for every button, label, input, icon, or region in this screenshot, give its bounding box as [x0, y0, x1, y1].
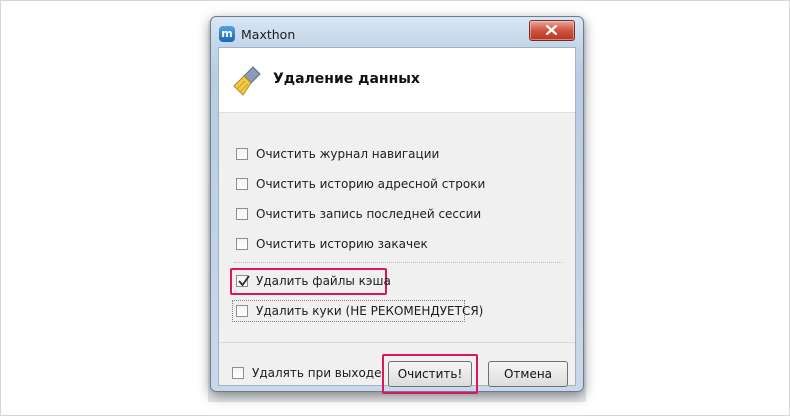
window-title: Maxthon	[241, 27, 296, 42]
checkbox[interactable]	[232, 367, 244, 379]
option-delete-on-exit[interactable]: Удалять при выходе	[232, 364, 381, 382]
option-label: Очистить историю закачек	[256, 237, 428, 251]
dialog-header: Удаление данных	[219, 48, 575, 113]
maxthon-logo-icon: m	[219, 26, 235, 42]
titlebar: m Maxthon	[211, 17, 583, 47]
checkbox[interactable]	[236, 148, 248, 160]
options-separator	[234, 262, 562, 263]
dialog-body: Удаление данных Очистить журнал навигаци…	[218, 47, 576, 394]
broom-icon	[233, 66, 261, 96]
option-clear-download-history[interactable]: Очистить историю закачек	[236, 235, 428, 253]
option-label: Очистить запись последней сессии	[256, 207, 482, 221]
option-label: Удалить файлы кэша	[256, 274, 391, 288]
option-delete-cookies[interactable]: Удалить куки (НЕ РЕКОМЕНДУЕТСЯ)	[236, 302, 483, 320]
clear-data-dialog: m Maxthon Удаление данных Очистить журна…	[210, 16, 584, 394]
option-clear-navigation-journal[interactable]: Очистить журнал навигации	[236, 145, 439, 163]
option-label: Очистить историю адресной строки	[256, 177, 486, 191]
option-label: Удалять при выходе	[252, 366, 382, 380]
close-button[interactable]	[529, 20, 575, 41]
dialog-heading: Удаление данных	[273, 71, 420, 87]
footer-separator	[219, 342, 575, 343]
checkbox[interactable]	[236, 305, 248, 317]
option-label: Удалить куки (НЕ РЕКОМЕНДУЕТСЯ)	[256, 304, 484, 318]
checkbox-checked[interactable]	[236, 275, 250, 287]
checkbox[interactable]	[236, 208, 248, 220]
cancel-button[interactable]: Отмена	[488, 361, 568, 387]
option-clear-last-session[interactable]: Очистить запись последней сессии	[236, 205, 481, 223]
option-clear-address-bar-history[interactable]: Очистить историю адресной строки	[236, 175, 485, 193]
option-label: Очистить журнал навигации	[256, 147, 440, 161]
checkbox[interactable]	[236, 238, 248, 250]
option-delete-cache-files[interactable]: Удалить файлы кэша	[236, 272, 391, 290]
clear-button[interactable]: Очистить!	[388, 361, 472, 387]
checkmark-icon	[238, 275, 250, 287]
checkbox[interactable]	[236, 178, 248, 190]
close-icon	[546, 25, 557, 35]
